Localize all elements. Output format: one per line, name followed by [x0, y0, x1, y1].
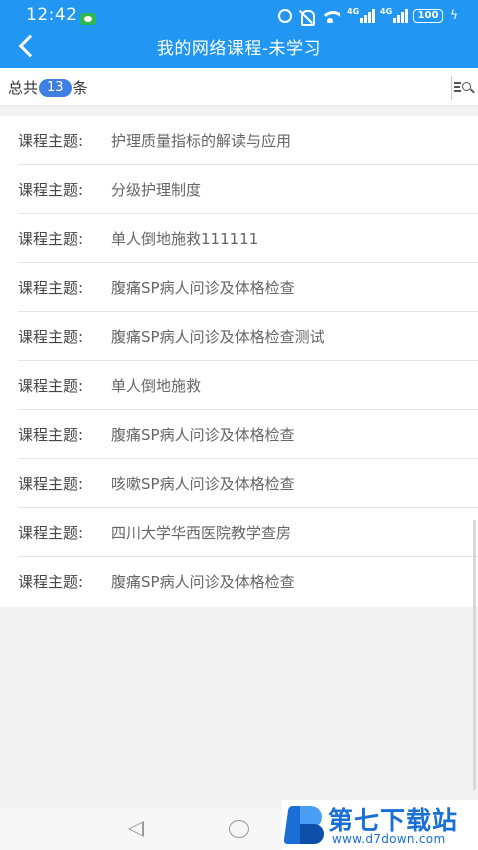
total-suffix: 条: [72, 79, 88, 97]
status-icons: 4G 4G 100 ϟ: [278, 6, 458, 26]
course-item[interactable]: 课程主题: 分级护理制度: [18, 165, 478, 214]
course-item[interactable]: 课程主题: 单人倒地施救: [18, 361, 478, 410]
course-item[interactable]: 课程主题: 单人倒地施救111111: [18, 214, 478, 263]
alarm-icon: [278, 9, 292, 23]
course-title: 腹痛SP病人问诊及体格检查: [111, 425, 295, 444]
signal-label-2: 4G: [380, 7, 393, 16]
course-title: 单人倒地施救: [111, 376, 202, 395]
system-home-icon[interactable]: [229, 820, 249, 838]
course-label: 课程主题:: [18, 180, 84, 199]
course-title: 分级护理制度: [111, 180, 202, 199]
charging-icon: ϟ: [450, 8, 458, 22]
summary-bar: 总共 13 条: [0, 68, 478, 106]
course-title: 咳嗽SP病人问诊及体格检查: [111, 474, 295, 493]
course-label: 课程主题:: [18, 573, 84, 591]
course-item[interactable]: 课程主题: 腹痛SP病人问诊及体格检查: [18, 263, 478, 312]
watermark-logo-icon: [283, 804, 324, 846]
course-label: 课程主题:: [18, 327, 84, 346]
status-time: 12:42: [26, 5, 78, 25]
course-title: 腹痛SP病人问诊及体格检查: [111, 573, 295, 591]
app-header: 12:42 4G 4G 100 ϟ 我的网络课程-未学习: [0, 0, 478, 68]
nav-bar: 我的网络课程-未学习: [0, 30, 478, 68]
cellular-signal-icon: 4G: [347, 7, 375, 23]
course-list: 课程主题: 护理质量指标的解读与应用 课程主题: 分级护理制度 课程主题: 单人…: [0, 116, 478, 607]
course-title: 腹痛SP病人问诊及体格检查: [111, 278, 295, 297]
mute-icon: [299, 9, 315, 26]
course-label: 课程主题:: [18, 474, 84, 493]
total-count: 总共 13 条: [8, 77, 88, 98]
course-item[interactable]: 课程主题: 护理质量指标的解读与应用: [18, 116, 478, 165]
total-prefix: 总共: [8, 79, 39, 97]
course-item[interactable]: 课程主题: 腹痛SP病人问诊及体格检查: [18, 557, 478, 606]
course-title: 腹痛SP病人问诊及体格检查测试: [111, 327, 325, 346]
filter-divider: [451, 76, 452, 100]
wifi-icon: [320, 9, 340, 23]
course-label: 课程主题:: [18, 523, 84, 542]
page-title: 我的网络课程-未学习: [156, 39, 322, 59]
search-filter-icon[interactable]: [454, 80, 476, 94]
site-watermark: 第七下载站 www.d7down.com: [282, 800, 478, 850]
course-label: 课程主题:: [18, 278, 84, 297]
watermark-url: www.d7down.com: [332, 832, 446, 846]
count-badge: 13: [39, 78, 72, 97]
course-label: 课程主题:: [18, 131, 84, 150]
scrollbar-thumb[interactable]: [473, 520, 476, 790]
signal-label: 4G: [347, 7, 360, 16]
system-back-icon[interactable]: [128, 821, 144, 837]
status-bar: 12:42 4G 4G 100 ϟ: [0, 0, 478, 30]
course-title: 护理质量指标的解读与应用: [111, 131, 292, 150]
cellular-signal-icon-2: 4G: [380, 7, 408, 23]
course-item[interactable]: 课程主题: 腹痛SP病人问诊及体格检查: [18, 410, 478, 459]
course-label: 课程主题:: [18, 229, 84, 248]
course-label: 课程主题:: [18, 425, 84, 444]
course-title: 单人倒地施救111111: [111, 229, 259, 248]
course-item[interactable]: 课程主题: 四川大学华西医院教学查房: [18, 508, 478, 557]
course-label: 课程主题:: [18, 376, 84, 395]
course-title: 四川大学华西医院教学查房: [111, 523, 292, 542]
wechat-notification-icon: [80, 13, 96, 25]
course-item[interactable]: 课程主题: 腹痛SP病人问诊及体格检查测试: [18, 312, 478, 361]
course-item[interactable]: 课程主题: 咳嗽SP病人问诊及体格检查: [18, 459, 478, 508]
battery-icon: 100: [413, 9, 443, 23]
